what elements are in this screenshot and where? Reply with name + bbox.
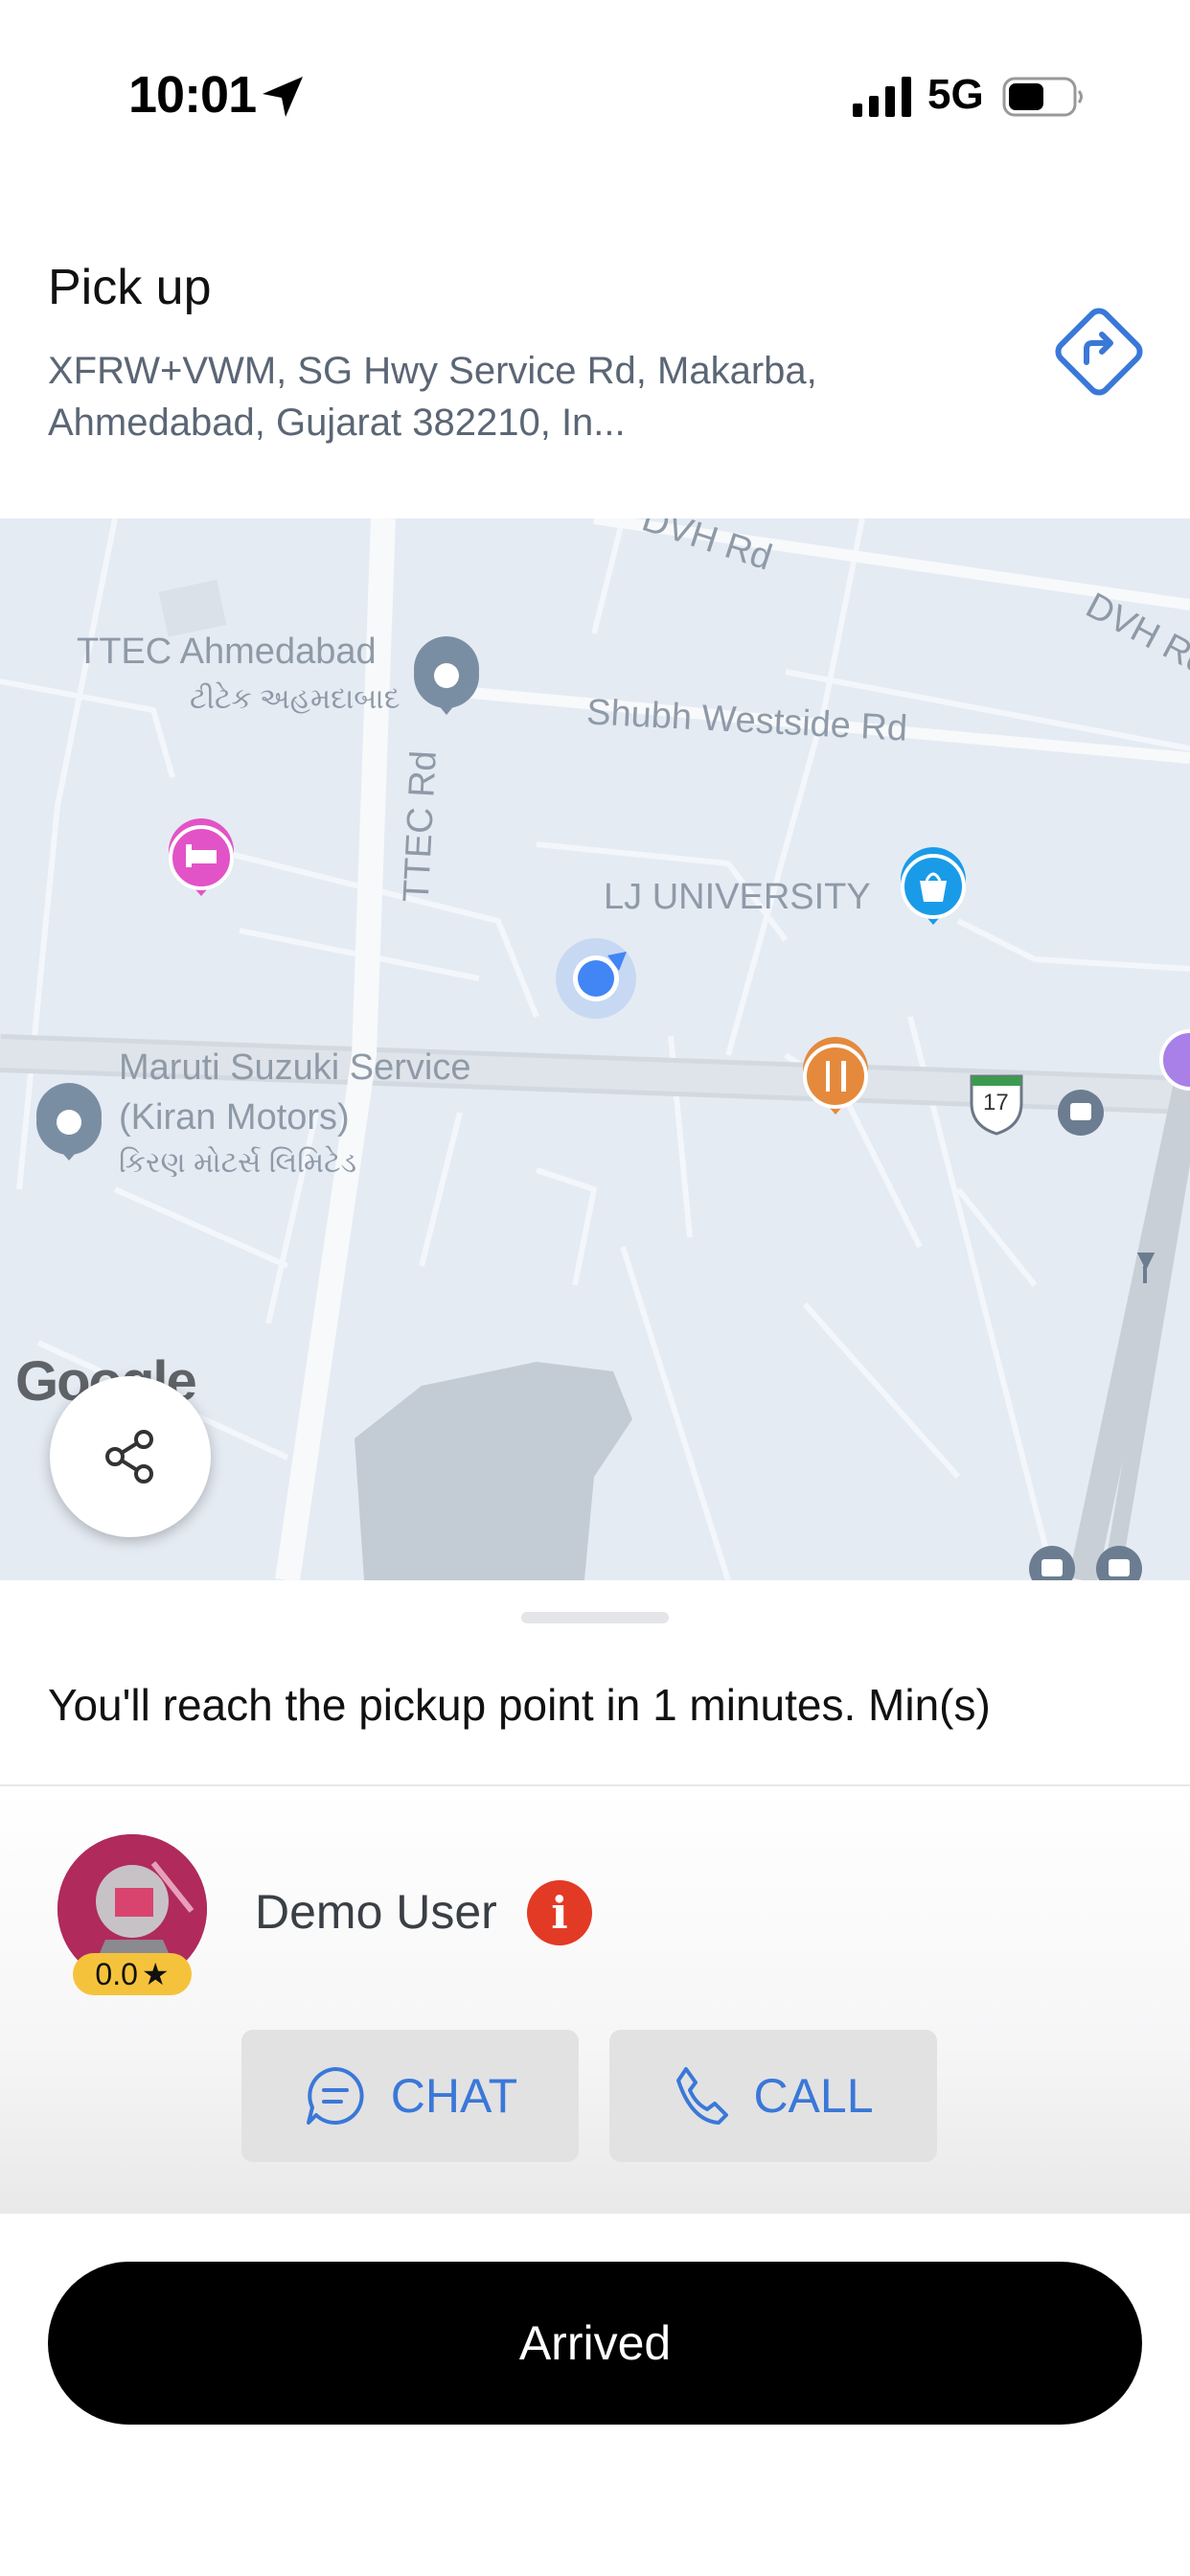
chat-button[interactable]: CHAT	[241, 2030, 579, 2162]
cellular-signal-icon	[853, 77, 911, 117]
map-label-maruti: Maruti Suzuki Service	[119, 1047, 471, 1088]
sheet-drag-handle[interactable]	[521, 1612, 669, 1623]
pickup-title: Pick up	[48, 260, 212, 315]
directions-icon[interactable]	[1046, 299, 1152, 404]
chat-bubble-icon	[306, 2067, 364, 2125]
chat-label: CHAT	[390, 2069, 518, 2123]
network-type: 5G	[927, 71, 984, 118]
share-button[interactable]	[50, 1376, 211, 1537]
driver-name: Demo User	[255, 1885, 497, 1939]
status-time: 10:01	[128, 66, 257, 124]
call-label: CALL	[753, 2069, 874, 2123]
pickup-address: XFRW+VWM, SG Hwy Service Rd, Makarba, Ah…	[48, 350, 817, 444]
rating-badge: 0.0 ★	[73, 1953, 192, 1995]
map-label-ttec: TTEC Ahmedabad	[77, 632, 377, 672]
star-icon: ★	[141, 1957, 170, 1991]
arrived-button[interactable]: Arrived	[48, 2262, 1142, 2425]
phone-icon	[676, 2067, 729, 2125]
info-icon[interactable]: i	[527, 1880, 592, 1945]
location-arrow-icon	[263, 77, 303, 117]
share-icon	[105, 1430, 153, 1484]
map-label-ttec-rd: TTEC Rd	[396, 749, 445, 904]
eta-message: You'll reach the pickup point in 1 minut…	[48, 1680, 991, 1730]
map-label-kiran-motors: (Kiran Motors)	[119, 1097, 350, 1138]
map-label-maruti-gu: કિરણ મોટર્સ લિમિટેડ	[119, 1147, 357, 1179]
rating-value: 0.0	[95, 1956, 138, 1991]
highway-shield-label: 17	[983, 1090, 1009, 1116]
map-label-lj-university: LJ UNIVERSITY	[604, 877, 871, 917]
call-button[interactable]: CALL	[609, 2030, 937, 2162]
map-label-ttec-gu: ટીટેક અહમદાબાદ	[190, 683, 400, 715]
battery-icon	[1002, 77, 1083, 117]
